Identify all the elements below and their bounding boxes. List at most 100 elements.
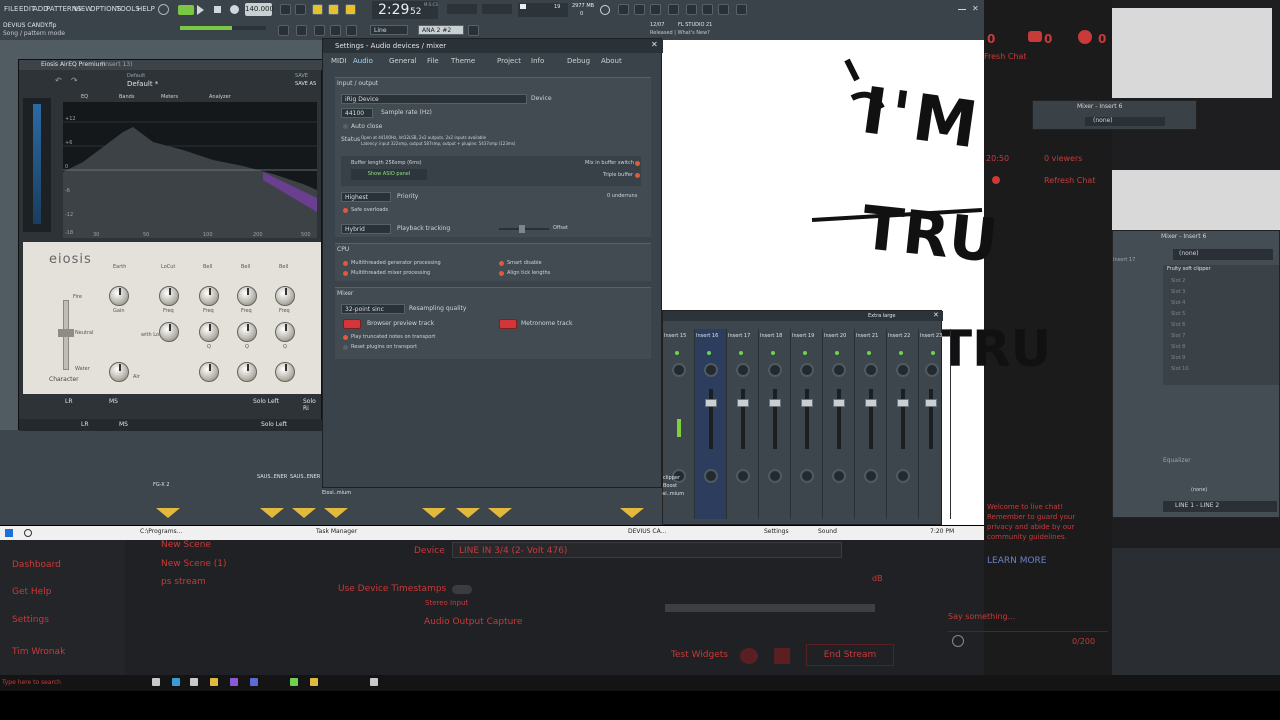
tab-debug[interactable]: Debug [567,57,590,65]
tempo-icon[interactable] [736,4,747,15]
smart-disable-led[interactable] [499,261,504,266]
mixer-channel[interactable]: Insert 20 [823,329,855,519]
show-asio-button[interactable]: Show ASIO panel [351,169,427,180]
volume-slider[interactable] [482,4,512,14]
mixer-channel[interactable]: Insert 23 [919,329,951,519]
send-arrow-icon[interactable] [422,508,446,518]
send-arrow-icon[interactable] [620,508,644,518]
pattern-select[interactable]: ANA 2 #2 [418,25,464,35]
sidebar-item-dashboard[interactable]: Dashboard [12,560,61,570]
mixer-channel[interactable]: Insert 18 [759,329,791,519]
calendar-icon[interactable] [774,648,790,664]
pan-knob[interactable] [736,363,750,377]
taskbar-item[interactable]: Sound [818,528,837,535]
bell1-freq-knob[interactable] [199,322,219,342]
pan-knob[interactable] [832,363,846,377]
tab-theme[interactable]: Theme [451,57,475,65]
device-select[interactable]: iRig Device [341,94,527,104]
tab-midi[interactable]: MIDI [331,57,347,65]
search-icon[interactable] [24,529,32,537]
bell3-gain-knob[interactable] [275,286,295,306]
redo-icon[interactable]: ↷ [71,76,78,85]
pan-knob[interactable] [800,363,814,377]
send-knob[interactable] [800,469,814,483]
record-icon[interactable] [230,5,239,14]
bell1-gain-knob[interactable] [199,286,219,306]
taskbar-item[interactable]: C:\Programs... [140,528,182,535]
mixer-slot-select[interactable]: (none) [1085,117,1165,126]
auto-close-led[interactable] [343,124,348,129]
close-icon[interactable]: ✕ [933,311,939,319]
refresh-icon[interactable] [992,176,1000,184]
edge-icon[interactable] [172,678,180,686]
close-icon[interactable]: ✕ [651,40,658,49]
pitch-slider[interactable] [447,4,477,14]
volume-fader[interactable] [769,389,781,449]
browser-preview-select[interactable] [343,319,361,329]
tab-file[interactable]: File [427,57,439,65]
send-arrow-icon[interactable] [156,508,180,518]
volume-fader[interactable] [677,419,681,437]
send-knob[interactable] [832,469,846,483]
triple-buffer-led[interactable] [635,173,640,178]
audio-output-label[interactable]: Audio Output Capture [424,617,522,627]
bell2-freq-knob[interactable] [237,322,257,342]
tab-eq[interactable]: EQ [81,94,88,100]
tab-analyzer[interactable]: Analyzer [209,94,231,100]
pattern-song-toggle[interactable] [178,5,194,15]
send-knob[interactable] [768,469,782,483]
folder-icon[interactable] [210,678,218,686]
loop-record-icon[interactable] [328,4,339,15]
bell3-q-knob[interactable] [275,362,295,382]
taskbar-item[interactable]: DEVIUS CA... [628,528,666,535]
menu-file[interactable]: FILE [4,5,18,13]
pencil-icon[interactable] [330,25,341,36]
bell2-q-knob[interactable] [237,362,257,382]
pan-knob[interactable] [672,363,686,377]
bell2-gain-knob[interactable] [237,286,257,306]
send-knob[interactable] [704,469,718,483]
countdown-icon[interactable] [312,4,323,15]
mixer-channel[interactable]: Insert 19 [791,329,823,519]
timestamps-toggle[interactable] [452,585,472,594]
lr-button[interactable]: LR [65,398,73,405]
effect-slot[interactable]: Slot 2 [1171,278,1185,284]
pan-knob[interactable] [704,363,718,377]
end-stream-button[interactable]: End Stream [806,644,894,666]
undo-icon[interactable]: ↶ [55,76,62,85]
taskbar-item[interactable]: Task Manager [316,528,357,535]
send-arrow-icon[interactable] [456,508,480,518]
close-icon[interactable]: ✕ [972,4,979,13]
sidebar-item-user[interactable]: Tim Wronak [12,647,65,657]
mixer-slot-select[interactable]: (none) [1173,249,1273,260]
pan-knob[interactable] [768,363,782,377]
tab-bands[interactable]: Bands [119,94,134,100]
locut-freq-knob[interactable] [159,286,179,306]
ms-button[interactable]: MS [109,398,118,405]
multi-gen-led[interactable] [343,261,348,266]
scene-item[interactable]: New Scene [161,540,211,550]
help-icon[interactable] [650,4,661,15]
sidebar-item-settings[interactable]: Settings [12,615,49,625]
pan-knob[interactable] [864,363,878,377]
resampling-select[interactable]: 32-point sinc [341,304,405,314]
multi-mixer-led[interactable] [343,271,348,276]
test-widgets-button[interactable]: Test Widgets [671,650,728,660]
tab-meters[interactable]: Meters [161,94,178,100]
wait-icon[interactable] [295,4,306,15]
pan-knob[interactable] [896,363,910,377]
effect-slot[interactable]: Fruity soft clipper [1167,266,1211,272]
stop-icon[interactable] [214,6,221,13]
step-icon[interactable] [296,25,307,36]
tab-general[interactable]: General [389,57,417,65]
play-icon[interactable] [197,5,204,15]
playback-tracking-select[interactable]: Hybrid [341,224,391,234]
lr-button[interactable]: LR [81,421,89,428]
snap-icon[interactable] [278,25,289,36]
effect-slot[interactable]: Slot 9 [1171,355,1185,361]
metronome-icon[interactable] [280,4,291,15]
bell1-q-knob[interactable] [199,362,219,382]
effect-slot[interactable]: Slot 6 [1171,322,1185,328]
output-none[interactable]: (none) [1191,487,1207,493]
sidebar-item-help[interactable]: Get Help [12,587,51,597]
